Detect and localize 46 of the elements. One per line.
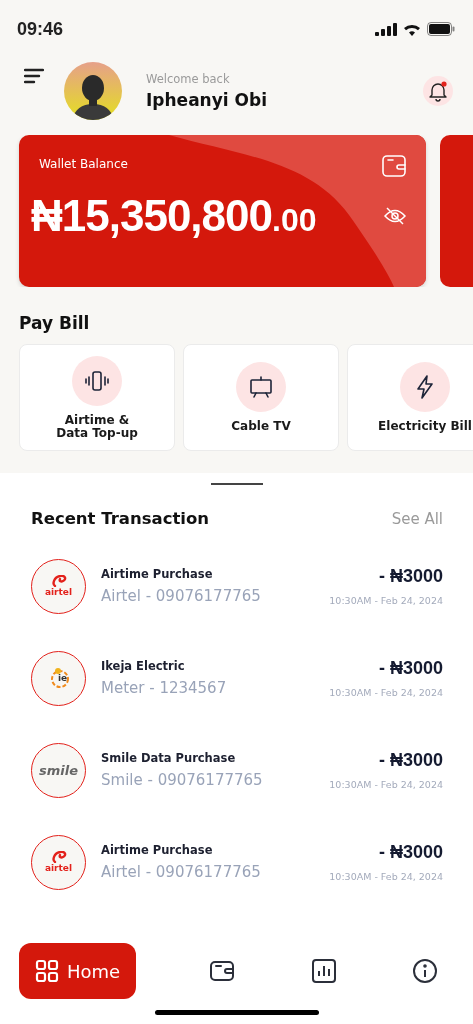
nav-tab[interactable]: Home <box>19 943 136 999</box>
transaction-detail: Airtel - 09076177765 <box>101 863 262 881</box>
nav-tab[interactable] <box>410 959 440 983</box>
bar-chart-icon <box>311 959 336 983</box>
bill-tile[interactable]: Airtime & Data Top-up <box>19 344 175 451</box>
battery-icon <box>427 22 455 36</box>
user-name: Ipheanyi Obi <box>146 90 268 110</box>
wallet-icon <box>382 155 406 177</box>
transaction-amount: - ₦3000 <box>378 750 443 771</box>
provider-logo: ie <box>31 650 86 706</box>
wallet-icon <box>210 959 235 983</box>
balance-amount: ₦15,350,800 <box>31 191 272 241</box>
greeting-text: Welcome back <box>146 72 231 86</box>
provider-logo: airtel <box>31 834 86 890</box>
signal-icon <box>375 22 397 36</box>
transaction-time: 10:30AM - Feb 24, 2024 <box>329 687 443 698</box>
transaction-amount: - ₦3000 <box>378 658 443 679</box>
transaction-time: 10:30AM - Feb 24, 2024 <box>329 595 443 606</box>
grid-icon <box>34 959 59 983</box>
transaction-detail: Airtel - 09076177765 <box>101 587 262 605</box>
tv-icon <box>248 374 274 401</box>
transaction-amount: - ₦3000 <box>378 566 443 587</box>
transaction-title: Ikeja Electric <box>101 659 186 673</box>
transaction-title: Airtime Purchase <box>101 567 214 581</box>
balance-decimals: .00 <box>272 202 317 239</box>
wifi-icon <box>403 22 421 36</box>
provider-logo: airtel <box>31 558 86 614</box>
wallet-label: Wallet Balance <box>39 157 128 171</box>
transaction-detail: Smile - 09076177765 <box>101 771 264 789</box>
status-time: 09:46 <box>17 18 64 40</box>
transaction-detail: Meter - 1234567 <box>101 679 228 697</box>
info-icon <box>413 959 437 983</box>
section-title: Pay Bill <box>19 313 91 333</box>
notification-button[interactable] <box>423 76 453 106</box>
bill-tile[interactable]: Electricity Bill <box>347 344 473 451</box>
transaction-title: Airtime Purchase <box>101 843 214 857</box>
transaction-title: Smile Data Purchase <box>101 751 237 765</box>
bill-tile[interactable]: Cable TV <box>183 344 339 451</box>
transaction-time: 10:30AM - Feb 24, 2024 <box>329 779 443 790</box>
section-title: Recent Transaction <box>31 509 210 528</box>
transaction-time: 10:30AM - Feb 24, 2024 <box>329 871 443 882</box>
menu-icon[interactable] <box>24 68 44 84</box>
hide-eye-icon[interactable] <box>384 207 406 225</box>
provider-logo: smile <box>31 742 86 798</box>
bell-icon <box>427 80 449 102</box>
transaction-amount: - ₦3000 <box>378 842 443 863</box>
